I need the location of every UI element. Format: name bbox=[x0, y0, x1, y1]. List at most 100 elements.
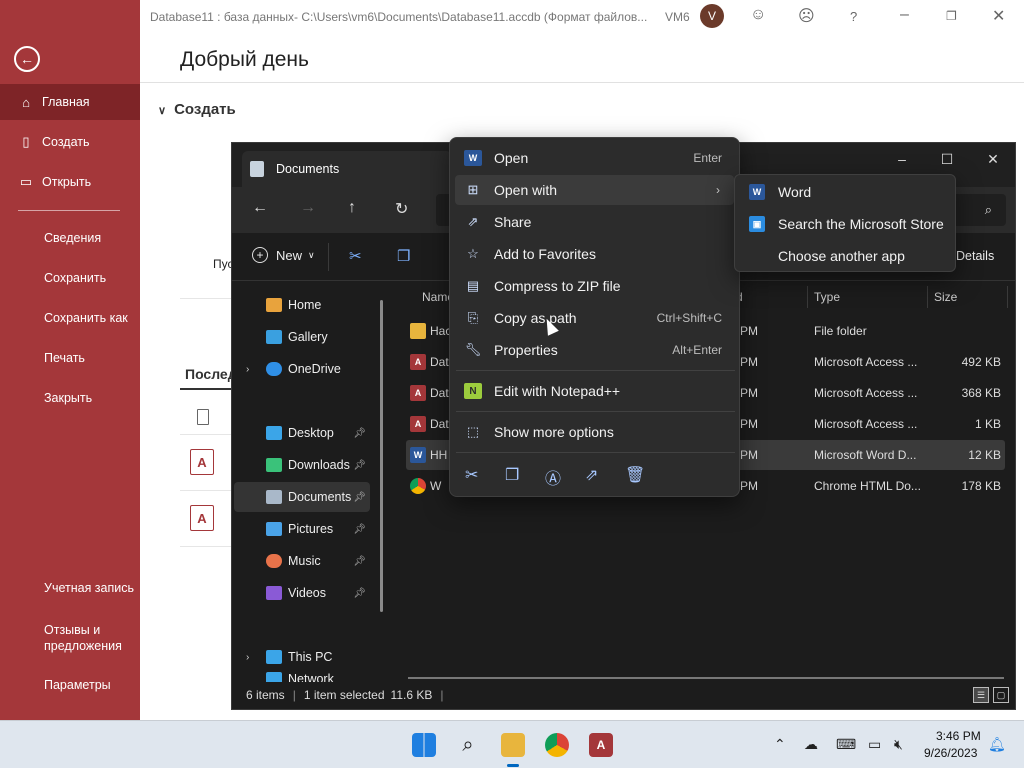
pin-icon[interactable]: 📌︎ bbox=[353, 588, 366, 599]
clock-date[interactable]: 9/26/2023 bbox=[924, 746, 977, 760]
clock-time[interactable]: 3:46 PM bbox=[936, 729, 981, 743]
details-button[interactable]: Details bbox=[956, 249, 994, 263]
sidebar-item-print[interactable]: Печать bbox=[0, 340, 140, 376]
back-arrow-icon[interactable]: ← bbox=[252, 199, 268, 217]
minimize-icon[interactable]: – bbox=[900, 6, 909, 24]
column-separator[interactable] bbox=[927, 286, 928, 308]
refresh-icon[interactable]: ↻ bbox=[395, 199, 408, 219]
menu-item-open-with[interactable]: ⊞ Open with › bbox=[455, 175, 734, 205]
open-folder-icon: ▭ bbox=[19, 174, 33, 189]
nav-item-desktop[interactable]: Desktop 📌︎ bbox=[234, 418, 370, 448]
chrome-icon[interactable] bbox=[545, 733, 569, 757]
pin-icon[interactable]: 📌︎ bbox=[353, 556, 366, 567]
sidebar-item-options[interactable]: Параметры bbox=[0, 667, 140, 703]
sidebar-item-save[interactable]: Сохранить bbox=[0, 260, 140, 296]
sidebar-item-open[interactable]: ▭ Открыть bbox=[0, 164, 140, 200]
menu-item-compress-zip[interactable]: ▤ Compress to ZIP file bbox=[455, 271, 734, 301]
keyboard-icon[interactable]: ⌨ bbox=[836, 736, 856, 753]
sidebar-item-account[interactable]: Учетная запись bbox=[0, 570, 140, 606]
sidebar-item-label: Создать bbox=[42, 135, 90, 149]
windows-start-icon[interactable] bbox=[412, 733, 436, 757]
volume-muted-icon[interactable]: 🔇︎ bbox=[894, 736, 903, 753]
menu-item-open[interactable]: W Open Enter bbox=[455, 143, 734, 173]
back-button[interactable]: ← bbox=[14, 46, 40, 72]
copy-icon[interactable]: ❐ bbox=[505, 465, 519, 485]
copy-icon[interactable]: ❐ bbox=[397, 247, 410, 265]
close-icon[interactable]: ✕ bbox=[981, 151, 1005, 168]
menu-item-add-to-favorites[interactable]: ☆ Add to Favorites bbox=[455, 239, 734, 269]
nav-item-downloads[interactable]: Downloads 📌︎ bbox=[234, 450, 370, 480]
pin-icon[interactable]: 📌︎ bbox=[353, 524, 366, 535]
horizontal-scrollbar[interactable] bbox=[408, 677, 1004, 679]
home-icon: ⌂ bbox=[22, 94, 30, 110]
submenu-item-search-store[interactable]: ▣ Search the Microsoft Store bbox=[739, 209, 953, 239]
search-icon[interactable]: ⌕ bbox=[456, 733, 480, 757]
forward-arrow-icon[interactable]: → bbox=[300, 199, 316, 217]
column-header-size[interactable]: Size bbox=[934, 290, 957, 304]
column-header-type[interactable]: Type bbox=[814, 290, 840, 304]
sidebar-item-feedback[interactable]: Отзывы и предложения bbox=[0, 618, 130, 658]
notification-bell-icon[interactable]: 🔔︎ bbox=[988, 736, 1006, 753]
restore-icon[interactable]: ❐ bbox=[946, 9, 957, 23]
pin-icon[interactable]: 📌︎ bbox=[353, 428, 366, 439]
tiles-view-icon[interactable]: ▢ bbox=[993, 687, 1009, 703]
menu-item-edit-notepad-plus[interactable]: N Edit with Notepad++ bbox=[455, 376, 734, 406]
access-file-icon[interactable]: A bbox=[190, 449, 214, 475]
sidebar-item-create[interactable]: ▯ Создать bbox=[0, 124, 140, 160]
file-explorer-icon[interactable] bbox=[501, 733, 525, 757]
nav-item-label: Documents bbox=[288, 490, 352, 504]
up-arrow-icon[interactable]: ↑ bbox=[348, 199, 356, 217]
file-size: 1 KB bbox=[974, 417, 1001, 431]
chevron-right-icon[interactable]: › bbox=[246, 652, 249, 663]
details-view-icon[interactable]: ☰ bbox=[973, 687, 989, 703]
cut-icon[interactable]: ✂ bbox=[465, 465, 478, 485]
sidebar-item-close[interactable]: Закрыть bbox=[0, 380, 140, 416]
avatar[interactable]: V bbox=[700, 4, 724, 28]
nav-item-videos[interactable]: Videos 📌︎ bbox=[234, 578, 370, 608]
submenu-item-word[interactable]: W Word bbox=[739, 177, 953, 207]
column-separator[interactable] bbox=[807, 286, 808, 308]
file-size: 178 KB bbox=[961, 479, 1001, 493]
delete-icon[interactable]: 🗑︎ bbox=[625, 465, 645, 485]
open-with-submenu: W Word ▣ Search the Microsoft Store Choo… bbox=[734, 174, 956, 272]
new-button[interactable]: + New ∨ bbox=[252, 247, 315, 263]
maximize-icon[interactable]: ☐ bbox=[935, 151, 959, 168]
column-separator[interactable] bbox=[1007, 286, 1008, 308]
pin-icon[interactable]: 📌︎ bbox=[353, 460, 366, 471]
nav-item-documents[interactable]: Documents 📌︎ bbox=[234, 482, 370, 512]
cloud-sync-icon[interactable]: ☁ bbox=[804, 736, 818, 753]
menu-item-share[interactable]: ⇗ Share bbox=[455, 207, 734, 237]
sidebar-item-save-as[interactable]: Сохранить как bbox=[0, 300, 140, 336]
menu-item-show-more-options[interactable]: ⬚ Show more options bbox=[455, 417, 734, 447]
rename-icon[interactable]: Ⓐ bbox=[545, 465, 561, 489]
cut-icon[interactable]: ✂ bbox=[349, 247, 362, 265]
smile-feedback-icon[interactable]: ☺ bbox=[750, 6, 766, 24]
submenu-item-choose-another-app[interactable]: Choose another app bbox=[739, 241, 953, 271]
selection-count: 1 item selected bbox=[303, 688, 385, 702]
access-app-icon[interactable]: A bbox=[589, 733, 613, 757]
nav-item-this-pc[interactable]: › This PC bbox=[234, 642, 370, 672]
nav-item-label: Videos bbox=[288, 586, 326, 600]
tab-documents[interactable]: Documents bbox=[242, 151, 452, 187]
access-file-icon[interactable]: A bbox=[190, 505, 214, 531]
close-icon[interactable]: ✕ bbox=[992, 6, 1005, 26]
help-icon[interactable]: ? bbox=[850, 9, 857, 24]
pin-icon[interactable]: 📌︎ bbox=[353, 492, 366, 503]
create-section-heading[interactable]: ∨ Создать bbox=[158, 101, 236, 118]
share-icon[interactable]: ⇗ bbox=[585, 465, 598, 485]
nav-item-home[interactable]: Home bbox=[234, 290, 370, 320]
chevron-up-icon[interactable]: ⌃ bbox=[774, 736, 786, 753]
menu-item-copy-as-path[interactable]: ⎘ Copy as path Ctrl+Shift+C bbox=[455, 303, 734, 333]
nav-item-music[interactable]: Music 📌︎ bbox=[234, 546, 370, 576]
nav-item-gallery[interactable]: Gallery bbox=[234, 322, 370, 352]
chevron-right-icon[interactable]: › bbox=[246, 364, 249, 375]
nav-item-pictures[interactable]: Pictures 📌︎ bbox=[234, 514, 370, 544]
minimize-icon[interactable]: – bbox=[890, 151, 914, 167]
sidebar-item-info[interactable]: Сведения bbox=[0, 220, 140, 256]
network-icon[interactable]: ▭ bbox=[868, 736, 881, 753]
frown-feedback-icon[interactable]: ☹ bbox=[798, 6, 815, 26]
menu-item-properties[interactable]: 🔧︎ Properties Alt+Enter bbox=[455, 335, 734, 365]
nav-item-onedrive[interactable]: › OneDrive bbox=[234, 354, 370, 384]
nav-scrollbar[interactable] bbox=[380, 300, 383, 612]
sidebar-item-home[interactable]: ⌂ Главная bbox=[0, 84, 140, 120]
